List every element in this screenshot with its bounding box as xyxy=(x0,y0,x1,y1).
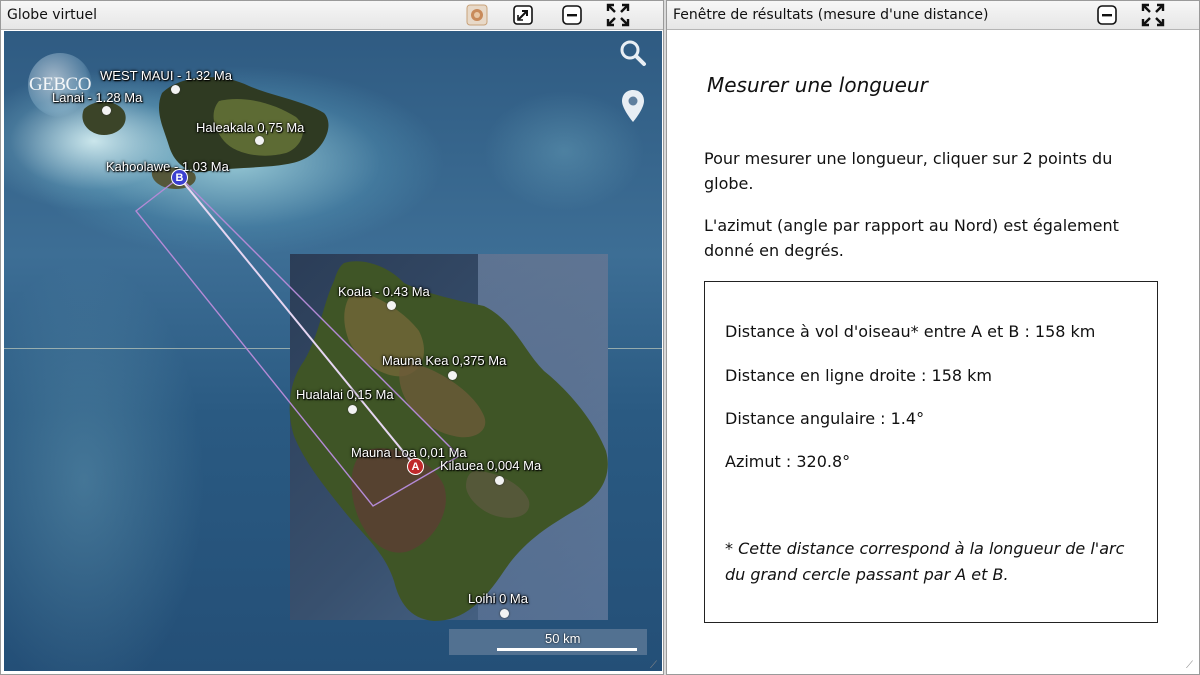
instructions-paragraph: Pour mesurer une longueur, cliquer sur 2… xyxy=(704,149,1113,193)
gebco-logo: GEBCO xyxy=(28,53,92,117)
place-label-west-maui: WEST MAUI - 1.32 Ma xyxy=(100,68,232,83)
place-label-kilauea: Kilauea 0,004 Ma xyxy=(440,458,542,473)
place-dot-kilauea[interactable] xyxy=(495,476,504,485)
fullscreen-icon xyxy=(606,3,630,27)
place-dot-koala[interactable] xyxy=(387,301,396,310)
map-search-button[interactable] xyxy=(619,39,651,73)
globe-titlebar: Globe virtuel xyxy=(1,1,663,30)
globe-window: Globe virtuel GEBCO WEST MAUI - 1.32 Ma … xyxy=(0,0,664,675)
resize-grip[interactable]: ⟋ xyxy=(650,661,660,671)
terrain-layer xyxy=(82,77,608,621)
place-label-koala: Koala - 0.43 Ma xyxy=(338,284,430,299)
big-island xyxy=(289,261,608,621)
fullscreen-button[interactable] xyxy=(606,3,630,27)
place-label-mauna-kea: Mauna Kea 0,375 Ma xyxy=(382,353,507,368)
fullscreen-icon xyxy=(1141,3,1165,27)
azimuth-result: Azimut : 320.8° xyxy=(725,452,851,471)
detach-icon xyxy=(513,5,533,25)
place-label-haleakala: Haleakala 0,75 Ma xyxy=(196,120,305,135)
place-label-loihi: Loihi 0 Ma xyxy=(468,591,528,606)
results-titlebar: Fenêtre de résultats (mesure d'une dista… xyxy=(667,1,1199,30)
results-heading: Mesurer une longueur xyxy=(707,73,928,97)
place-label-lanai: Lanai - 1.28 Ma xyxy=(52,90,143,105)
results-minimize-button[interactable] xyxy=(1095,4,1119,26)
place-dot-hualalai[interactable] xyxy=(348,405,357,414)
place-label-kahoolawe: Kahoolawe - 1.03 Ma xyxy=(106,159,229,174)
map-pin-icon xyxy=(622,90,644,122)
marker-b[interactable]: B xyxy=(171,169,188,186)
angular-distance-result: Distance angulaire : 1.4° xyxy=(725,409,925,428)
settings-icon xyxy=(466,4,488,26)
distance-footnote: * Cette distance correspond à la longueu… xyxy=(725,539,1125,584)
results-window: Fenêtre de résultats (mesure d'une dista… xyxy=(666,0,1200,675)
scale-line xyxy=(497,648,637,651)
results-window-title: Fenêtre de résultats (mesure d'une dista… xyxy=(673,7,989,23)
azimuth-paragraph: L'azimut (angle par rapport au Nord) est… xyxy=(704,216,1119,260)
bird-distance-result: Distance à vol d'oiseau* entre A et B : … xyxy=(725,322,1096,341)
place-dot-west-maui[interactable] xyxy=(171,85,180,94)
globe-window-title: Globe virtuel xyxy=(7,7,98,23)
place-dot-haleakala[interactable] xyxy=(255,136,264,145)
detach-button[interactable] xyxy=(511,4,535,26)
results-fullscreen-button[interactable] xyxy=(1141,3,1165,27)
minimize-button[interactable] xyxy=(560,4,584,26)
results-box: Distance à vol d'oiseau* entre A et B : … xyxy=(704,281,1158,623)
place-label-hualalai: Hualalai 0,15 Ma xyxy=(296,387,394,402)
place-dot-mauna-kea[interactable] xyxy=(448,371,457,380)
straight-distance-result: Distance en ligne droite : 158 km xyxy=(725,366,993,385)
scale-label: 50 km xyxy=(545,631,581,646)
settings-button[interactable] xyxy=(465,4,489,26)
place-dot-loihi[interactable] xyxy=(500,609,509,618)
minimize-icon xyxy=(562,5,582,25)
results-resize-grip[interactable]: ⟋ xyxy=(1186,661,1196,671)
minimize-icon xyxy=(1097,5,1117,25)
place-dot-lanai[interactable] xyxy=(102,106,111,115)
map-place-button[interactable] xyxy=(621,89,653,123)
globe-map[interactable]: GEBCO WEST MAUI - 1.32 Ma Lanai - 1.28 M… xyxy=(4,31,662,671)
marker-a[interactable]: A xyxy=(407,458,424,475)
search-icon xyxy=(620,40,646,66)
scale-bar: 50 km xyxy=(449,629,647,655)
